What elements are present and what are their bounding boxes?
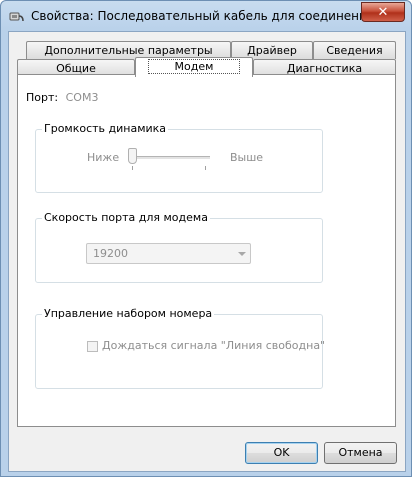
tab-modem[interactable]: Модем — [135, 57, 253, 77]
serial-cable-icon — [9, 12, 24, 22]
port-speed-value: 19200 — [93, 247, 128, 260]
port-speed-legend: Скорость порта для модема — [42, 211, 210, 224]
tab-details[interactable]: Сведения — [313, 41, 396, 59]
title-bar[interactable]: Свойства: Последовательный кабель для со… — [1, 1, 411, 31]
window-title: Свойства: Последовательный кабель для со… — [31, 9, 361, 23]
modem-tab-panel: Порт: COM3 Громкость динамика Ниже Выше … — [17, 74, 396, 427]
port-row: Порт: COM3 — [26, 91, 98, 104]
port-speed-select[interactable]: 19200 — [86, 243, 251, 264]
speaker-volume-legend: Громкость динамика — [42, 122, 169, 135]
close-icon: ✕ — [377, 4, 389, 20]
volume-low-label: Ниже — [87, 151, 120, 164]
port-label: Порт: — [26, 91, 59, 104]
dialog-client-area: Дополнительные параметры связи Драйвер С… — [8, 31, 406, 472]
dial-control-group: Управление набором номера Дождаться сигн… — [35, 307, 325, 389]
volume-high-label: Выше — [230, 151, 264, 164]
wait-dialtone-label[interactable]: Дождаться сигнала "Линия свободна" — [102, 339, 325, 352]
port-value: COM3 — [65, 91, 99, 104]
close-button[interactable]: ✕ — [361, 2, 405, 22]
speaker-volume-group: Громкость динамика Ниже Выше — [35, 122, 323, 193]
tab-label: Драйвер — [247, 44, 297, 57]
port-speed-group: Скорость порта для модема 19200 — [35, 211, 323, 283]
dial-control-legend: Управление набором номера — [42, 307, 215, 320]
slider-tick — [132, 166, 133, 170]
volume-slider-thumb[interactable] — [128, 148, 137, 164]
tab-label: Модем — [147, 59, 241, 74]
ok-button[interactable]: OK — [245, 442, 318, 464]
properties-window: Свойства: Последовательный кабель для со… — [0, 0, 412, 477]
wait-dialtone-checkbox[interactable] — [87, 341, 98, 352]
chevron-down-icon — [238, 252, 246, 256]
slider-tick — [205, 166, 206, 170]
tab-label: Сведения — [326, 44, 383, 57]
volume-slider-track[interactable] — [128, 156, 210, 159]
cancel-button[interactable]: Отмена — [324, 442, 397, 464]
